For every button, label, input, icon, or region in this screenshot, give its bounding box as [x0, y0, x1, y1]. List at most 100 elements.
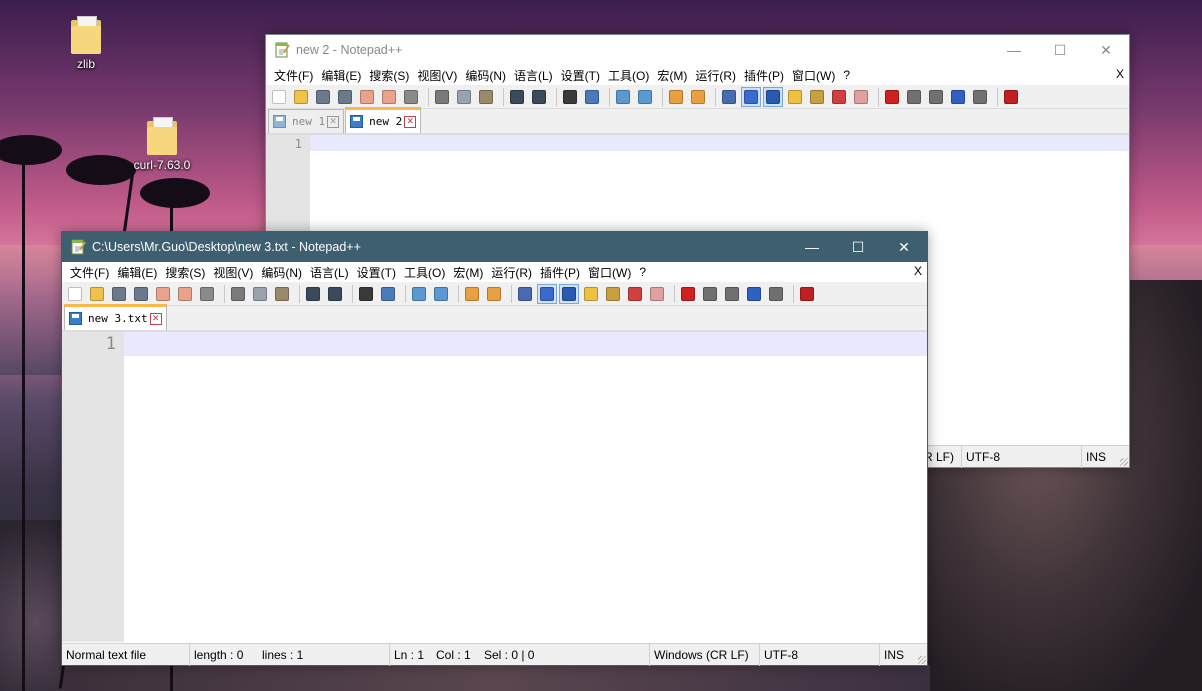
tab-new-1[interactable]: new 1 ✕ — [268, 109, 345, 133]
tab-close-icon[interactable]: ✕ — [327, 115, 340, 128]
menu-settings[interactable]: 设置(T) — [353, 264, 400, 281]
new-file-icon[interactable] — [66, 285, 84, 303]
save-icon[interactable] — [314, 88, 332, 106]
menu-file[interactable]: 文件(F) — [66, 264, 113, 281]
text-area[interactable] — [124, 332, 927, 642]
function-list-icon[interactable] — [604, 285, 622, 303]
tab-close-icon[interactable]: ✕ — [404, 115, 417, 128]
run-macro-multiple-icon[interactable] — [745, 285, 763, 303]
play-macro-icon[interactable] — [723, 285, 741, 303]
close-button[interactable]: ✕ — [881, 232, 927, 262]
monitor-icon[interactable] — [852, 88, 870, 106]
folder-workspace-icon[interactable] — [626, 285, 644, 303]
open-file-icon[interactable] — [88, 285, 106, 303]
menu-plugins[interactable]: 插件(P) — [536, 264, 584, 281]
monitor-icon[interactable] — [648, 285, 666, 303]
menu-help[interactable]: ? — [839, 68, 854, 82]
resize-grip[interactable] — [918, 656, 926, 664]
close-document-button[interactable]: X — [914, 264, 922, 278]
paste-icon[interactable] — [273, 285, 291, 303]
zoom-in-icon[interactable] — [614, 88, 632, 106]
new-file-icon[interactable] — [270, 88, 288, 106]
zoom-out-icon[interactable] — [636, 88, 654, 106]
show-all-chars-icon[interactable] — [537, 283, 557, 304]
save-macro-icon[interactable] — [767, 285, 785, 303]
print-icon[interactable] — [402, 88, 420, 106]
replace-icon[interactable] — [379, 285, 397, 303]
open-file-icon[interactable] — [292, 88, 310, 106]
cut-icon[interactable] — [433, 88, 451, 106]
tab-new-3-txt[interactable]: new 3.txt ✕ — [64, 304, 167, 330]
close-all-icon[interactable] — [176, 285, 194, 303]
print-icon[interactable] — [198, 285, 216, 303]
zoom-in-icon[interactable] — [410, 285, 428, 303]
word-wrap-icon[interactable] — [516, 285, 534, 303]
sync-vertical-icon[interactable] — [463, 285, 481, 303]
function-list-icon[interactable] — [808, 88, 826, 106]
show-all-chars-icon[interactable] — [741, 86, 761, 107]
indent-guide-icon[interactable] — [763, 86, 783, 107]
menu-encoding[interactable]: 编码(N) — [461, 67, 510, 84]
stop-macro-icon[interactable] — [701, 285, 719, 303]
run-macro-multiple-icon[interactable] — [949, 88, 967, 106]
menu-file[interactable]: 文件(F) — [270, 67, 317, 84]
menu-search[interactable]: 搜索(S) — [161, 264, 209, 281]
close-document-button[interactable]: X — [1116, 67, 1124, 81]
doc-map-icon[interactable] — [582, 285, 600, 303]
sync-vertical-icon[interactable] — [667, 88, 685, 106]
replace-icon[interactable] — [583, 88, 601, 106]
close-all-icon[interactable] — [380, 88, 398, 106]
menu-settings[interactable]: 设置(T) — [557, 67, 604, 84]
folder-workspace-icon[interactable] — [830, 88, 848, 106]
menu-edit[interactable]: 编辑(E) — [317, 67, 365, 84]
menu-tools[interactable]: 工具(O) — [400, 264, 449, 281]
menu-language[interactable]: 语言(L) — [306, 264, 353, 281]
doc-map-icon[interactable] — [786, 88, 804, 106]
close-icon[interactable] — [358, 88, 376, 106]
title-bar[interactable]: new 2 - Notepad++ — ☐ ✕ — [266, 35, 1129, 65]
menu-run[interactable]: 运行(R) — [487, 264, 536, 281]
menu-view[interactable]: 视图(V) — [413, 67, 461, 84]
notepad-window-front[interactable]: C:\Users\Mr.Guo\Desktop\new 3.txt - Note… — [61, 231, 928, 666]
copy-icon[interactable] — [251, 285, 269, 303]
menu-search[interactable]: 搜索(S) — [365, 67, 413, 84]
play-macro-icon[interactable] — [927, 88, 945, 106]
resize-grip[interactable] — [1120, 458, 1128, 466]
find-icon[interactable] — [561, 88, 579, 106]
save-macro-icon[interactable] — [971, 88, 989, 106]
menu-window[interactable]: 窗口(W) — [788, 67, 839, 84]
undo-icon[interactable] — [508, 88, 526, 106]
menu-edit[interactable]: 编辑(E) — [113, 264, 161, 281]
record-macro-icon[interactable] — [679, 285, 697, 303]
sync-horizontal-icon[interactable] — [689, 88, 707, 106]
menu-run[interactable]: 运行(R) — [691, 67, 740, 84]
copy-icon[interactable] — [455, 88, 473, 106]
minimize-button[interactable]: — — [991, 35, 1037, 65]
spell-check-icon[interactable] — [1002, 88, 1020, 106]
editor-area[interactable]: 1 — [62, 332, 927, 642]
title-bar[interactable]: C:\Users\Mr.Guo\Desktop\new 3.txt - Note… — [62, 232, 927, 262]
tab-new-2[interactable]: new 2 ✕ — [345, 107, 422, 133]
close-button[interactable]: ✕ — [1083, 35, 1129, 65]
undo-icon[interactable] — [304, 285, 322, 303]
menu-plugins[interactable]: 插件(P) — [740, 67, 788, 84]
save-icon[interactable] — [110, 285, 128, 303]
sync-horizontal-icon[interactable] — [485, 285, 503, 303]
save-all-icon[interactable] — [336, 88, 354, 106]
find-icon[interactable] — [357, 285, 375, 303]
cut-icon[interactable] — [229, 285, 247, 303]
redo-icon[interactable] — [326, 285, 344, 303]
indent-guide-icon[interactable] — [559, 283, 579, 304]
minimize-button[interactable]: — — [789, 232, 835, 262]
maximize-button[interactable]: ☐ — [1037, 35, 1083, 65]
tab-close-icon[interactable]: ✕ — [149, 312, 162, 325]
spell-check-icon[interactable] — [798, 285, 816, 303]
stop-macro-icon[interactable] — [905, 88, 923, 106]
record-macro-icon[interactable] — [883, 88, 901, 106]
desktop-icon-curl[interactable]: curl-7.63.0 — [122, 117, 202, 172]
word-wrap-icon[interactable] — [720, 88, 738, 106]
menu-view[interactable]: 视图(V) — [209, 264, 257, 281]
maximize-button[interactable]: ☐ — [835, 232, 881, 262]
menu-encoding[interactable]: 编码(N) — [257, 264, 306, 281]
redo-icon[interactable] — [530, 88, 548, 106]
